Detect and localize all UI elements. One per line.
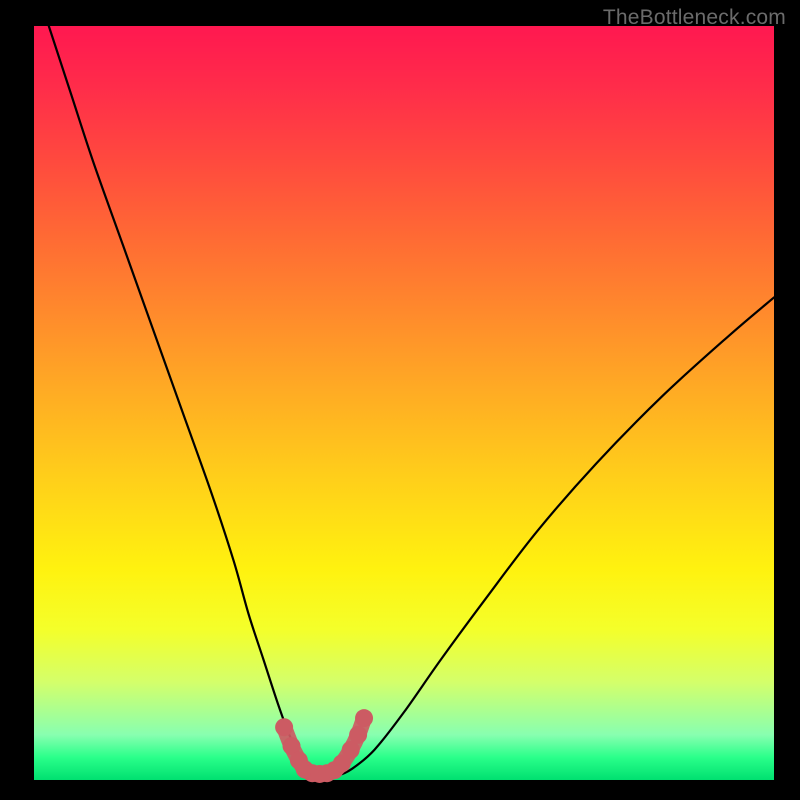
minimum-marker-dot [349, 726, 367, 744]
minimum-marker-dot [275, 718, 293, 736]
chart-svg [0, 0, 800, 800]
minimum-marker-dot [355, 709, 373, 727]
minimum-marker-group [275, 709, 373, 783]
chart-frame: TheBottleneck.com [0, 0, 800, 800]
bottleneck-curve-path [49, 26, 774, 776]
